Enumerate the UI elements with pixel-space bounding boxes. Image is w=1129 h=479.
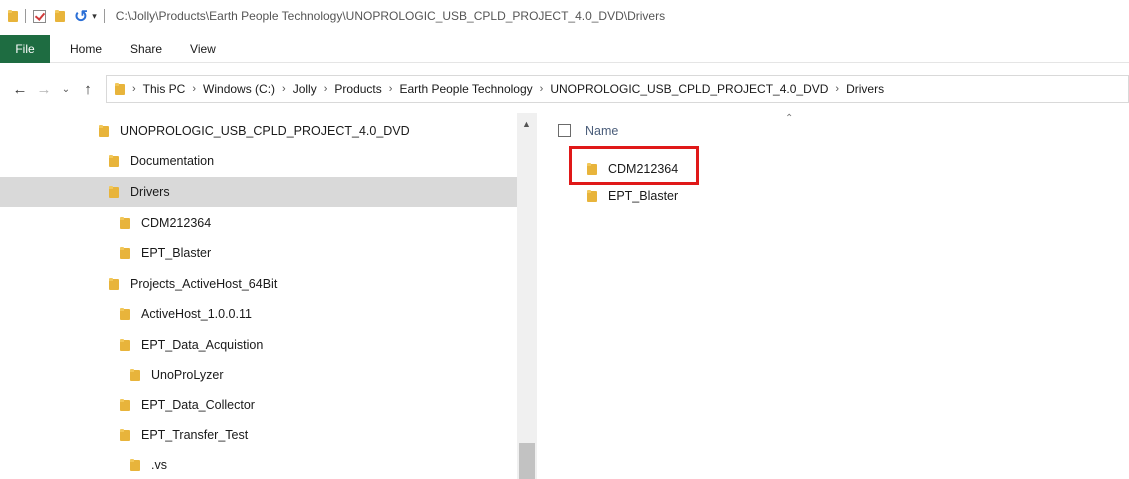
- sort-ascending-icon: ⌃: [785, 113, 794, 124]
- tree-item-label: .vs: [151, 458, 167, 472]
- folder-icon: [120, 247, 130, 259]
- list-item-ept-blaster[interactable]: EPT_Blaster: [587, 185, 678, 207]
- folder-icon: [120, 308, 130, 320]
- divider: [25, 9, 26, 23]
- tab-view[interactable]: View: [190, 42, 216, 56]
- breadcrumb-windows-c[interactable]: Windows (C:): [203, 82, 275, 96]
- folder-icon: [120, 217, 130, 229]
- tree-item-drivers[interactable]: Drivers: [0, 177, 517, 207]
- chevron-down-icon[interactable]: ⌄: [56, 84, 76, 95]
- folder-icon: [109, 155, 119, 167]
- tree-item-label: UnoProLyzer: [151, 368, 224, 382]
- breadcrumb-jolly[interactable]: Jolly: [293, 82, 317, 96]
- back-arrow-icon[interactable]: ←: [8, 81, 32, 98]
- breadcrumb-this-pc[interactable]: This PC: [143, 82, 186, 96]
- tree-item-ept-data-collector[interactable]: EPT_Data_Collector: [0, 390, 517, 420]
- new-folder-icon[interactable]: [55, 10, 65, 22]
- folder-icon: [120, 429, 130, 441]
- folder-icon: [8, 10, 18, 22]
- select-all-checkbox[interactable]: [558, 124, 571, 137]
- highlight-box: [569, 146, 699, 185]
- chevron-right-icon[interactable]: ›: [132, 83, 136, 95]
- chevron-right-icon[interactable]: ›: [192, 83, 196, 95]
- tree-item-label: ActiveHost_1.0.0.11: [141, 307, 252, 321]
- address-bar[interactable]: › This PC › Windows (C:) › Jolly › Produ…: [106, 75, 1129, 103]
- tree-item-label: EPT_Data_Collector: [141, 398, 255, 412]
- forward-arrow-icon[interactable]: →: [32, 81, 56, 98]
- title-bar: ↺ ▾ C:\Jolly\Products\Earth People Techn…: [0, 0, 1129, 32]
- breadcrumb-products[interactable]: Products: [334, 82, 381, 96]
- folder-icon: [120, 339, 130, 351]
- breadcrumb-earth-people-technology[interactable]: Earth People Technology: [399, 82, 532, 96]
- tab-share[interactable]: Share: [130, 42, 162, 56]
- chevron-right-icon[interactable]: ›: [540, 83, 544, 95]
- folder-icon: [587, 190, 597, 202]
- navigation-bar: ← → ⌄ ↑ › This PC › Windows (C:) › Jolly…: [0, 73, 1129, 105]
- tree-item-label: EPT_Data_Acquistion: [141, 338, 264, 352]
- tree-item-label: EPT_Blaster: [141, 246, 212, 260]
- quick-access-toolbar: ↺ ▾: [8, 0, 112, 32]
- folder-icon: [120, 399, 130, 411]
- tree-item-label: Documentation: [130, 154, 215, 168]
- breadcrumb-drivers[interactable]: Drivers: [846, 82, 884, 96]
- file-name: EPT_Blaster: [608, 189, 679, 203]
- scrollbar-thumb[interactable]: [519, 443, 535, 479]
- tree-item-vs[interactable]: .vs: [0, 450, 517, 479]
- chevron-right-icon[interactable]: ›: [389, 83, 393, 95]
- tree-item-unoprolyzer[interactable]: UnoProLyzer: [0, 360, 517, 390]
- divider: [103, 9, 105, 23]
- folder-icon: [130, 369, 140, 381]
- tree-item-label: Drivers: [130, 185, 170, 199]
- tree-item-projects-activehost[interactable]: Projects_ActiveHost_64Bit: [0, 269, 517, 299]
- up-arrow-icon[interactable]: ↑: [76, 81, 100, 98]
- folder-icon: [99, 125, 109, 137]
- folder-icon: [115, 83, 125, 95]
- column-header: Name ⌃: [537, 113, 1129, 145]
- scroll-up-icon[interactable]: ▲: [522, 119, 531, 129]
- folder-icon: [130, 459, 140, 471]
- chevron-right-icon[interactable]: ›: [835, 83, 839, 95]
- properties-check-icon[interactable]: [33, 9, 46, 23]
- window-title: C:\Jolly\Products\Earth People Technolog…: [115, 9, 666, 23]
- tab-file[interactable]: File: [0, 34, 50, 63]
- customize-dropdown-icon[interactable]: ▾: [92, 11, 97, 22]
- tree-item-label: EPT_Transfer_Test: [141, 428, 249, 442]
- tree-item-label: CDM212364: [141, 216, 212, 230]
- tree-item-label: Projects_ActiveHost_64Bit: [130, 277, 278, 291]
- breadcrumb-project-dvd[interactable]: UNOPROLOGIC_USB_CPLD_PROJECT_4.0_DVD: [550, 82, 828, 96]
- tree-item-ept-blaster[interactable]: EPT_Blaster: [0, 238, 517, 268]
- tree-item-project-dvd[interactable]: UNOPROLOGIC_USB_CPLD_PROJECT_4.0_DVD: [0, 116, 517, 146]
- tree-item-cdm212364[interactable]: CDM212364: [0, 208, 517, 238]
- tree-item-label: UNOPROLOGIC_USB_CPLD_PROJECT_4.0_DVD: [120, 124, 410, 138]
- tree-item-documentation[interactable]: Documentation: [0, 146, 517, 176]
- chevron-right-icon[interactable]: ›: [324, 83, 328, 95]
- undo-icon[interactable]: ↺: [74, 8, 88, 25]
- folder-icon: [109, 186, 119, 198]
- tab-home[interactable]: Home: [70, 42, 102, 56]
- folder-icon: [109, 278, 119, 290]
- tree-item-ept-data-acquistion[interactable]: EPT_Data_Acquistion: [0, 330, 517, 360]
- chevron-right-icon[interactable]: ›: [282, 83, 286, 95]
- column-header-name[interactable]: Name: [585, 124, 618, 138]
- tree-item-activehost-version[interactable]: ActiveHost_1.0.0.11: [0, 299, 517, 329]
- tree-item-ept-transfer-test[interactable]: EPT_Transfer_Test: [0, 420, 517, 450]
- navigation-pane: UNOPROLOGIC_USB_CPLD_PROJECT_4.0_DVD Doc…: [0, 113, 537, 479]
- ribbon-tabs: File Home Share View: [0, 34, 1129, 63]
- navigation-scrollbar[interactable]: ▲: [517, 113, 537, 479]
